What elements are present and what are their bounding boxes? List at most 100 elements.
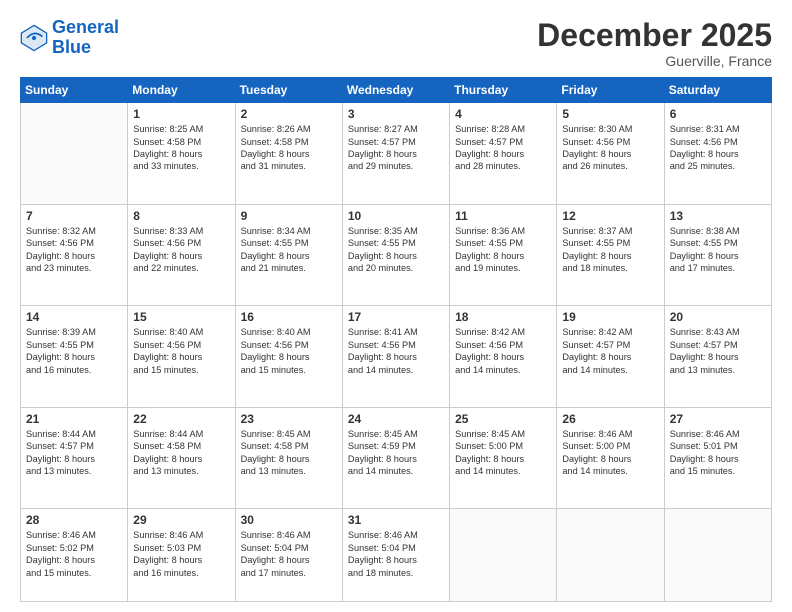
calendar-cell: 12Sunrise: 8:37 AMSunset: 4:55 PMDayligh… bbox=[557, 204, 664, 306]
calendar-cell: 20Sunrise: 8:43 AMSunset: 4:57 PMDayligh… bbox=[664, 306, 771, 408]
cell-info-line: Daylight: 8 hours bbox=[348, 554, 444, 566]
cell-info-line: Sunrise: 8:46 AM bbox=[241, 529, 337, 541]
cell-info-line: Sunset: 4:56 PM bbox=[670, 136, 766, 148]
day-number: 12 bbox=[562, 209, 658, 223]
title-area: December 2025 Guerville, France bbox=[537, 18, 772, 69]
cell-info-line: Sunrise: 8:28 AM bbox=[455, 123, 551, 135]
day-number: 22 bbox=[133, 412, 229, 426]
cell-info-line: Sunrise: 8:25 AM bbox=[133, 123, 229, 135]
cell-info-line: Sunrise: 8:42 AM bbox=[455, 326, 551, 338]
cell-info-line: and 29 minutes. bbox=[348, 160, 444, 172]
cell-info-line: and 17 minutes. bbox=[241, 567, 337, 579]
calendar-cell: 24Sunrise: 8:45 AMSunset: 4:59 PMDayligh… bbox=[342, 407, 449, 509]
calendar-cell: 14Sunrise: 8:39 AMSunset: 4:55 PMDayligh… bbox=[21, 306, 128, 408]
cell-info-line: and 14 minutes. bbox=[562, 364, 658, 376]
cell-info-line: and 14 minutes. bbox=[562, 465, 658, 477]
cell-info-line: Sunrise: 8:32 AM bbox=[26, 225, 122, 237]
calendar-cell: 22Sunrise: 8:44 AMSunset: 4:58 PMDayligh… bbox=[128, 407, 235, 509]
cell-info-line: Sunrise: 8:44 AM bbox=[133, 428, 229, 440]
calendar-cell: 16Sunrise: 8:40 AMSunset: 4:56 PMDayligh… bbox=[235, 306, 342, 408]
cell-info-line: and 15 minutes. bbox=[670, 465, 766, 477]
cell-info-line: Sunset: 4:55 PM bbox=[455, 237, 551, 249]
cell-info-line: and 23 minutes. bbox=[26, 262, 122, 274]
cell-info-line: Sunset: 4:57 PM bbox=[455, 136, 551, 148]
day-number: 14 bbox=[26, 310, 122, 324]
cell-info-line: and 33 minutes. bbox=[133, 160, 229, 172]
cell-info-line: Daylight: 8 hours bbox=[348, 250, 444, 262]
calendar-cell: 9Sunrise: 8:34 AMSunset: 4:55 PMDaylight… bbox=[235, 204, 342, 306]
cell-info-line: Sunrise: 8:46 AM bbox=[562, 428, 658, 440]
cell-info-line: and 13 minutes. bbox=[133, 465, 229, 477]
page: General Blue December 2025 Guerville, Fr… bbox=[0, 0, 792, 612]
cell-info-line: and 21 minutes. bbox=[241, 262, 337, 274]
cell-info-line: Sunrise: 8:46 AM bbox=[670, 428, 766, 440]
calendar-week-row-4: 28Sunrise: 8:46 AMSunset: 5:02 PMDayligh… bbox=[21, 509, 772, 602]
cell-info-line: Daylight: 8 hours bbox=[670, 250, 766, 262]
calendar-cell: 6Sunrise: 8:31 AMSunset: 4:56 PMDaylight… bbox=[664, 103, 771, 205]
cell-info-line: and 26 minutes. bbox=[562, 160, 658, 172]
cell-info-line: Sunset: 4:57 PM bbox=[348, 136, 444, 148]
cell-info-line: Sunset: 4:55 PM bbox=[241, 237, 337, 249]
day-number: 11 bbox=[455, 209, 551, 223]
cell-info-line: Sunrise: 8:33 AM bbox=[133, 225, 229, 237]
col-wednesday: Wednesday bbox=[342, 78, 449, 103]
day-number: 2 bbox=[241, 107, 337, 121]
day-number: 28 bbox=[26, 513, 122, 527]
cell-info-line: Sunset: 4:58 PM bbox=[133, 136, 229, 148]
logo: General Blue bbox=[20, 18, 119, 58]
cell-info-line: Daylight: 8 hours bbox=[241, 351, 337, 363]
cell-info-line: Daylight: 8 hours bbox=[670, 351, 766, 363]
cell-info-line: and 14 minutes. bbox=[348, 465, 444, 477]
cell-info-line: Sunrise: 8:39 AM bbox=[26, 326, 122, 338]
cell-info-line: Daylight: 8 hours bbox=[241, 554, 337, 566]
day-number: 23 bbox=[241, 412, 337, 426]
logo-text: General Blue bbox=[52, 18, 119, 58]
day-number: 19 bbox=[562, 310, 658, 324]
cell-info-line: Daylight: 8 hours bbox=[241, 453, 337, 465]
month-title: December 2025 bbox=[537, 18, 772, 53]
col-sunday: Sunday bbox=[21, 78, 128, 103]
cell-info-line: Sunrise: 8:36 AM bbox=[455, 225, 551, 237]
cell-info-line: Daylight: 8 hours bbox=[26, 453, 122, 465]
calendar-cell: 2Sunrise: 8:26 AMSunset: 4:58 PMDaylight… bbox=[235, 103, 342, 205]
calendar-cell bbox=[450, 509, 557, 602]
cell-info-line: Sunrise: 8:46 AM bbox=[26, 529, 122, 541]
cell-info-line: Daylight: 8 hours bbox=[562, 351, 658, 363]
cell-info-line: and 14 minutes. bbox=[348, 364, 444, 376]
day-number: 30 bbox=[241, 513, 337, 527]
cell-info-line: Daylight: 8 hours bbox=[455, 351, 551, 363]
calendar-cell bbox=[21, 103, 128, 205]
col-saturday: Saturday bbox=[664, 78, 771, 103]
day-number: 26 bbox=[562, 412, 658, 426]
calendar-cell bbox=[664, 509, 771, 602]
cell-info-line: Sunset: 4:57 PM bbox=[670, 339, 766, 351]
cell-info-line: Sunrise: 8:31 AM bbox=[670, 123, 766, 135]
day-number: 16 bbox=[241, 310, 337, 324]
cell-info-line: Daylight: 8 hours bbox=[562, 453, 658, 465]
cell-info-line: and 18 minutes. bbox=[348, 567, 444, 579]
calendar-cell: 29Sunrise: 8:46 AMSunset: 5:03 PMDayligh… bbox=[128, 509, 235, 602]
cell-info-line: Daylight: 8 hours bbox=[241, 148, 337, 160]
cell-info-line: and 15 minutes. bbox=[26, 567, 122, 579]
cell-info-line: Daylight: 8 hours bbox=[348, 351, 444, 363]
calendar-cell: 13Sunrise: 8:38 AMSunset: 4:55 PMDayligh… bbox=[664, 204, 771, 306]
cell-info-line: Sunset: 5:04 PM bbox=[241, 542, 337, 554]
cell-info-line: Sunset: 4:56 PM bbox=[133, 237, 229, 249]
logo-icon bbox=[20, 24, 48, 52]
cell-info-line: Sunrise: 8:44 AM bbox=[26, 428, 122, 440]
day-number: 17 bbox=[348, 310, 444, 324]
day-number: 13 bbox=[670, 209, 766, 223]
cell-info-line: and 20 minutes. bbox=[348, 262, 444, 274]
cell-info-line: Sunset: 5:04 PM bbox=[348, 542, 444, 554]
day-number: 18 bbox=[455, 310, 551, 324]
calendar-cell: 25Sunrise: 8:45 AMSunset: 5:00 PMDayligh… bbox=[450, 407, 557, 509]
cell-info-line: Sunset: 5:00 PM bbox=[455, 440, 551, 452]
cell-info-line: Sunrise: 8:45 AM bbox=[241, 428, 337, 440]
cell-info-line: Sunset: 4:56 PM bbox=[241, 339, 337, 351]
day-number: 8 bbox=[133, 209, 229, 223]
day-number: 6 bbox=[670, 107, 766, 121]
cell-info-line: Sunset: 4:57 PM bbox=[562, 339, 658, 351]
calendar-cell: 11Sunrise: 8:36 AMSunset: 4:55 PMDayligh… bbox=[450, 204, 557, 306]
cell-info-line: Sunset: 4:59 PM bbox=[348, 440, 444, 452]
day-number: 10 bbox=[348, 209, 444, 223]
